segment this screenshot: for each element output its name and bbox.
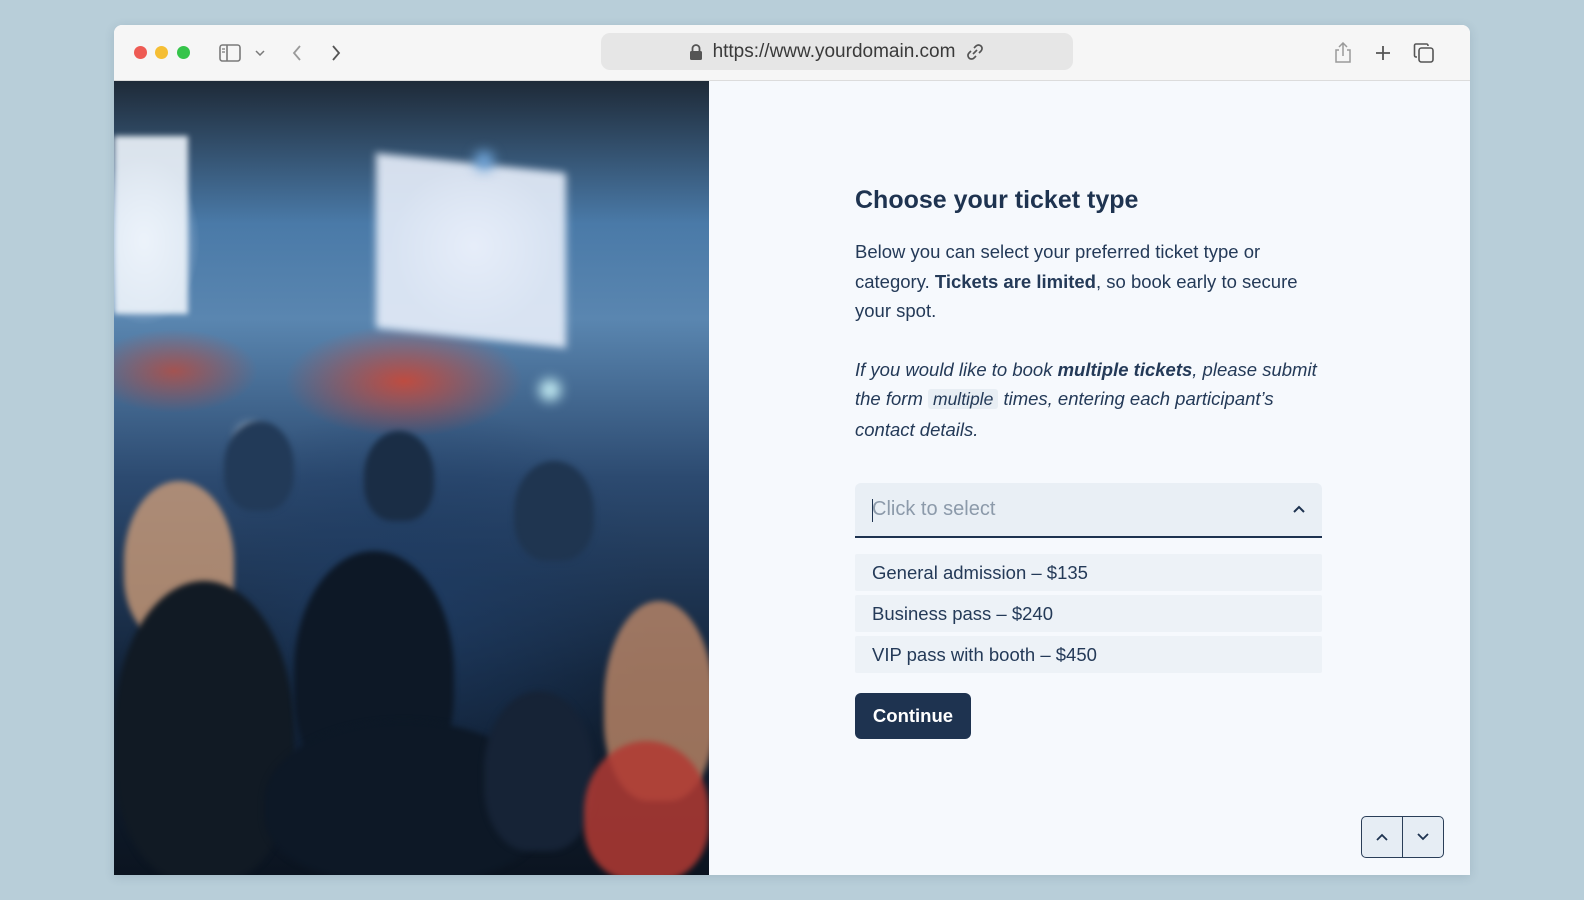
chevron-down-icon [1417, 833, 1429, 841]
previous-question-button[interactable] [1362, 817, 1402, 857]
option-business-pass[interactable]: Business pass – $240 [855, 595, 1322, 632]
note-text-bold: multiple tickets [1057, 358, 1193, 380]
ticket-type-select[interactable]: Click to select [855, 483, 1322, 538]
intro-text: Below you can select your preferred tick… [855, 237, 1325, 326]
note-text: If you would like to book multiple ticke… [855, 355, 1325, 445]
browser-toolbar: https://www.yourdomain.com [114, 25, 1470, 81]
ticket-options-list: General admission – $135 Business pass –… [855, 554, 1325, 673]
note-text-start: If you would like to book [855, 358, 1058, 380]
next-question-button[interactable] [1402, 817, 1443, 857]
conference-photo [114, 81, 709, 875]
maximize-window-button[interactable] [177, 46, 190, 59]
page-title: Choose your ticket type [855, 186, 1139, 214]
chevron-up-icon [1376, 833, 1388, 841]
address-bar[interactable]: https://www.yourdomain.com [601, 33, 1073, 70]
chevron-down-icon[interactable] [253, 39, 267, 67]
intro-text-bold: Tickets are limited [934, 270, 1096, 292]
tab-overview-icon[interactable] [1412, 39, 1436, 67]
lock-icon [689, 43, 702, 60]
select-placeholder: Click to select [872, 498, 996, 520]
back-icon[interactable] [289, 39, 305, 67]
form-navigation [1361, 816, 1444, 858]
option-general-admission[interactable]: General admission – $135 [855, 554, 1322, 591]
url-text: https://www.yourdomain.com [712, 40, 956, 62]
new-tab-icon[interactable] [1372, 39, 1394, 67]
continue-button[interactable]: Continue [855, 693, 971, 739]
minimize-window-button[interactable] [155, 46, 168, 59]
share-icon[interactable] [1332, 39, 1354, 67]
option-vip-pass[interactable]: VIP pass with booth – $450 [855, 636, 1322, 673]
link-icon[interactable] [965, 42, 985, 62]
note-text-code: multiple [928, 389, 999, 409]
close-window-button[interactable] [134, 46, 147, 59]
sidebar-toggle-icon[interactable] [218, 39, 242, 67]
browser-window: https://www.yourdomain.com Choose your t… [114, 25, 1470, 875]
ticket-form: Choose your ticket type Below you can se… [855, 186, 1325, 739]
forward-icon[interactable] [328, 39, 344, 67]
chevron-up-icon[interactable] [1292, 502, 1306, 516]
text-cursor [872, 499, 873, 522]
ticket-form-panel: Choose your ticket type Below you can se… [709, 81, 1470, 875]
